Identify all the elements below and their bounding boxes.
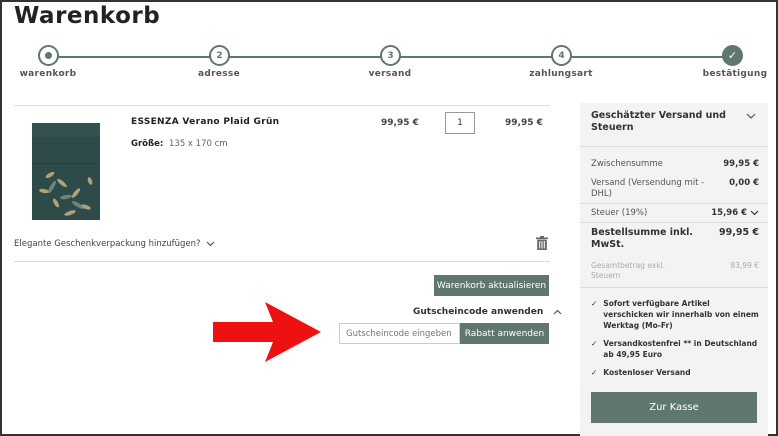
step-5-circle: ✓ [722, 45, 743, 66]
page-title: Warenkorb [14, 3, 161, 29]
plaid-pattern [32, 123, 100, 220]
check-icon: ✓ [591, 299, 598, 308]
feature-text: Versandkostenfrei ** in Deutschland ab 4… [603, 339, 758, 359]
line-total: 99,95 € [505, 118, 543, 128]
step-4-label: zahlungsart [529, 69, 593, 79]
unit-price: 99,95 € [381, 118, 419, 128]
product-name[interactable]: ESSENZA Verano Plaid Grün [131, 117, 279, 127]
product-image[interactable] [32, 123, 100, 220]
summary-divider [580, 203, 768, 204]
tax-value-wrap: 15,96 € [711, 208, 759, 218]
product-size: Größe: 135 x 170 cm [131, 139, 228, 149]
trash-icon[interactable] [536, 236, 548, 250]
check-icon: ✓ [591, 339, 598, 348]
cart-bottom-divider [14, 261, 550, 262]
order-summary: Geschätzter Versand und Steuern Zwischen… [580, 103, 768, 436]
tax-value: 15,96 € [711, 208, 747, 218]
check-icon: ✓ [591, 368, 598, 377]
grand-total-row: Bestellsumme inkl. MwSt. 99,95 € [591, 227, 759, 252]
summary-divider [580, 222, 768, 223]
tax-row[interactable]: Steuer (19%) 15,96 € [591, 208, 759, 218]
chevron-down-icon [206, 241, 214, 247]
feature-text: Kostenloser Versand [603, 368, 691, 377]
step-2-circle: 2 [209, 45, 230, 66]
chevron-down-icon [750, 210, 759, 216]
step-1-circle[interactable] [38, 45, 59, 66]
coupon-input[interactable] [339, 323, 460, 344]
coupon-toggle[interactable]: Gutscheincode anwenden [413, 307, 562, 317]
arrow-right-icon [213, 302, 321, 362]
step-3-circle: 3 [380, 45, 401, 66]
step-1-label[interactable]: warenkorb [20, 69, 77, 79]
net-total-value: 83,99 € [730, 261, 759, 270]
gift-wrap-toggle[interactable]: Elegante Geschenkverpackung hinzufügen? [14, 239, 215, 249]
shipping-label: Versand (Versendung mit - DHL) [591, 178, 705, 200]
coupon-title: Gutscheincode anwenden [413, 307, 544, 317]
chevron-down-icon[interactable] [746, 113, 756, 119]
summary-divider [580, 146, 768, 147]
subtotal-label: Zwischensumme [591, 159, 663, 169]
chevron-up-icon [553, 309, 562, 315]
grand-total-label: Bestellsumme inkl. MwSt. [591, 227, 694, 251]
grand-total-value: 99,95 € [719, 227, 759, 238]
update-cart-button[interactable]: Warenkorb aktualisieren [434, 275, 549, 296]
size-value: 135 x 170 cm [169, 139, 228, 149]
summary-divider [580, 287, 768, 288]
shipping-value: 0,00 € [729, 178, 759, 188]
feature-text: Sofort verfügbare Artikel verschicken wi… [603, 299, 759, 330]
apply-coupon-button[interactable]: Rabatt anwenden [460, 323, 549, 344]
feature-item: ✓ Versandkostenfrei ** in Deutschland ab… [591, 339, 759, 361]
cart-top-divider [14, 105, 550, 106]
shipping-row: Versand (Versendung mit - DHL) 0,00 € [591, 178, 759, 200]
tax-label: Steuer (19%) [591, 208, 648, 218]
step-3-label: versand [368, 69, 412, 79]
subtotal-value: 99,95 € [723, 159, 759, 169]
step-4-circle: 4 [551, 45, 572, 66]
quantity-input[interactable]: 1 [445, 112, 475, 134]
net-total-row: Gesamtbetrag exkl. Steuern 83,99 € [591, 261, 759, 281]
feature-item: ✓ Kostenloser Versand [591, 368, 759, 379]
gift-wrap-label: Elegante Geschenkverpackung hinzufügen? [14, 239, 201, 249]
net-total-label: Gesamtbetrag exkl. Steuern [591, 261, 666, 280]
subtotal-row: Zwischensumme 99,95 € [591, 159, 759, 169]
checkout-button[interactable]: Zur Kasse [591, 392, 757, 423]
summary-heading[interactable]: Geschätzter Versand und Steuern [591, 110, 731, 135]
feature-item: ✓ Sofort verfügbare Artikel verschicken … [591, 299, 759, 332]
step-2-label: adresse [198, 69, 240, 79]
step-5-label: bestätigung [702, 69, 768, 79]
size-label: Größe: [131, 139, 164, 149]
